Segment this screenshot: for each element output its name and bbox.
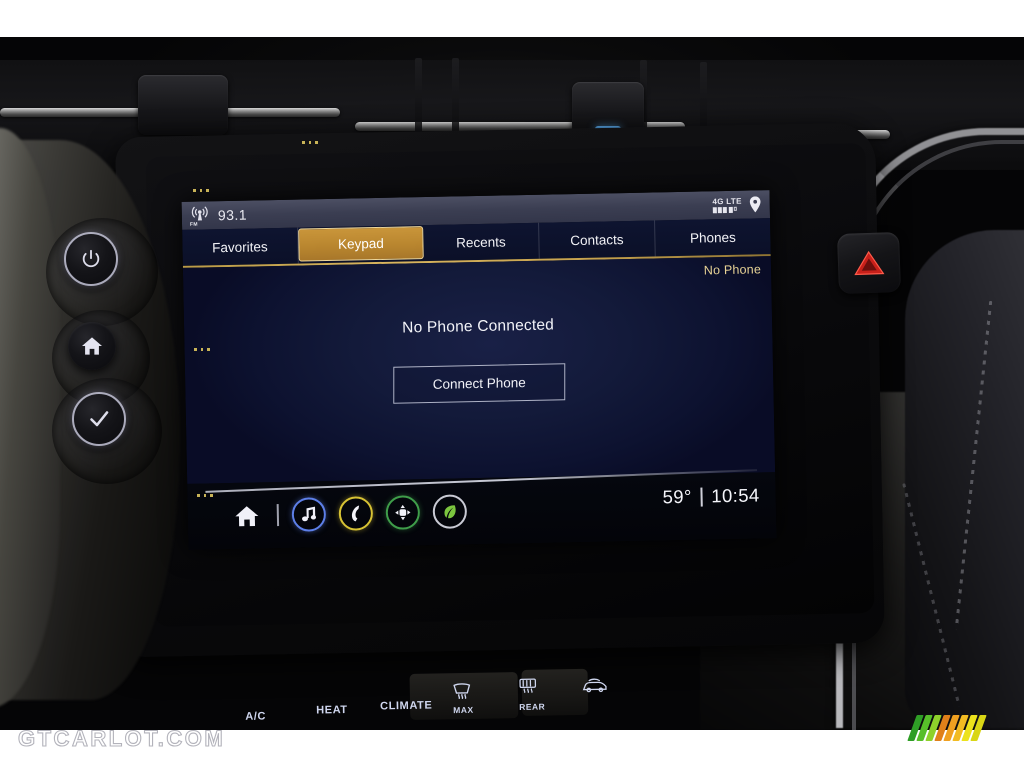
hazard-button[interactable] bbox=[836, 231, 902, 295]
phone-handset-icon[interactable] bbox=[338, 496, 373, 531]
status-badge: No Phone bbox=[703, 262, 762, 278]
network-label: 4G LTE bbox=[712, 196, 742, 207]
energy-leaf-icon[interactable] bbox=[431, 494, 467, 529]
screen-edge-tick-mid bbox=[194, 348, 210, 351]
page-title: No Phone Connected bbox=[402, 316, 555, 337]
power-button[interactable] bbox=[64, 232, 118, 286]
checkmark-icon bbox=[72, 392, 126, 446]
signal-bars-icon bbox=[712, 206, 737, 214]
screen-edge-tick-top bbox=[193, 189, 209, 192]
home-icon bbox=[68, 322, 116, 370]
radio-source-indicator[interactable]: FM 93.1 bbox=[189, 204, 248, 228]
status-bar-right: 4G LTE bbox=[712, 196, 762, 214]
clock-readout: 10:54 bbox=[711, 484, 760, 507]
climate-button-heat[interactable]: HEAT bbox=[316, 704, 348, 717]
climate-button-rear[interactable]: REAR bbox=[519, 702, 545, 712]
infotainment-display[interactable]: FM 93.1 4G LTE Favorites Keypad Recents … bbox=[181, 190, 777, 550]
climate-button-climate[interactable]: CLIMATE bbox=[380, 700, 432, 713]
confirm-knob[interactable] bbox=[72, 392, 126, 446]
top-white-band bbox=[0, 0, 1024, 37]
phone-content-area: No Phone No Phone Connected Connect Phon… bbox=[182, 256, 776, 484]
navigation-icon[interactable] bbox=[385, 495, 420, 530]
music-note-icon[interactable] bbox=[291, 497, 326, 532]
rear-defrost-icon[interactable] bbox=[518, 678, 538, 696]
fm-label: FM bbox=[189, 221, 198, 228]
climate-control-row[interactable]: A/C HEAT CLIMATE MAX REAR bbox=[150, 662, 891, 737]
tab-phones[interactable]: Phones bbox=[655, 218, 771, 256]
screenshot-stage: FM 93.1 4G LTE Favorites Keypad Recents … bbox=[0, 0, 1024, 768]
home-button[interactable] bbox=[68, 322, 116, 370]
radio-frequency: 93.1 bbox=[217, 206, 248, 224]
dash-tick-top bbox=[302, 141, 318, 144]
connect-phone-button[interactable]: Connect Phone bbox=[393, 363, 566, 404]
vent-control-knob-left[interactable] bbox=[138, 75, 228, 135]
bottom-dock: 59° 10:54 bbox=[187, 469, 777, 550]
screen-edge-tick-bottom bbox=[197, 494, 213, 497]
fm-radio-icon: FM bbox=[189, 204, 210, 228]
tab-recents[interactable]: Recents bbox=[423, 222, 540, 262]
network-indicator: 4G LTE bbox=[712, 197, 742, 214]
hazard-triangle-icon bbox=[854, 249, 885, 276]
dock-status-cluster: 59° 10:54 bbox=[662, 484, 759, 508]
logo-watermark bbox=[907, 714, 1013, 742]
front-defrost-icon[interactable] bbox=[452, 683, 472, 701]
tab-contacts[interactable]: Contacts bbox=[539, 220, 656, 259]
map-pin-icon bbox=[749, 196, 762, 213]
temperature-readout: 59° bbox=[662, 485, 692, 508]
car-recirculate-icon[interactable] bbox=[582, 676, 608, 694]
power-icon bbox=[64, 232, 118, 286]
dock-status-separator bbox=[700, 487, 703, 507]
climate-button-ac[interactable]: A/C bbox=[245, 710, 266, 722]
dock-separator bbox=[276, 504, 279, 527]
tab-keypad[interactable]: Keypad bbox=[298, 226, 424, 262]
site-watermark: GTCARLOT.COM bbox=[17, 725, 226, 751]
dock-icon-row[interactable] bbox=[230, 494, 467, 533]
tab-favorites[interactable]: Favorites bbox=[182, 227, 299, 266]
climate-button-max[interactable]: MAX bbox=[453, 705, 474, 715]
home-icon[interactable] bbox=[230, 498, 265, 533]
